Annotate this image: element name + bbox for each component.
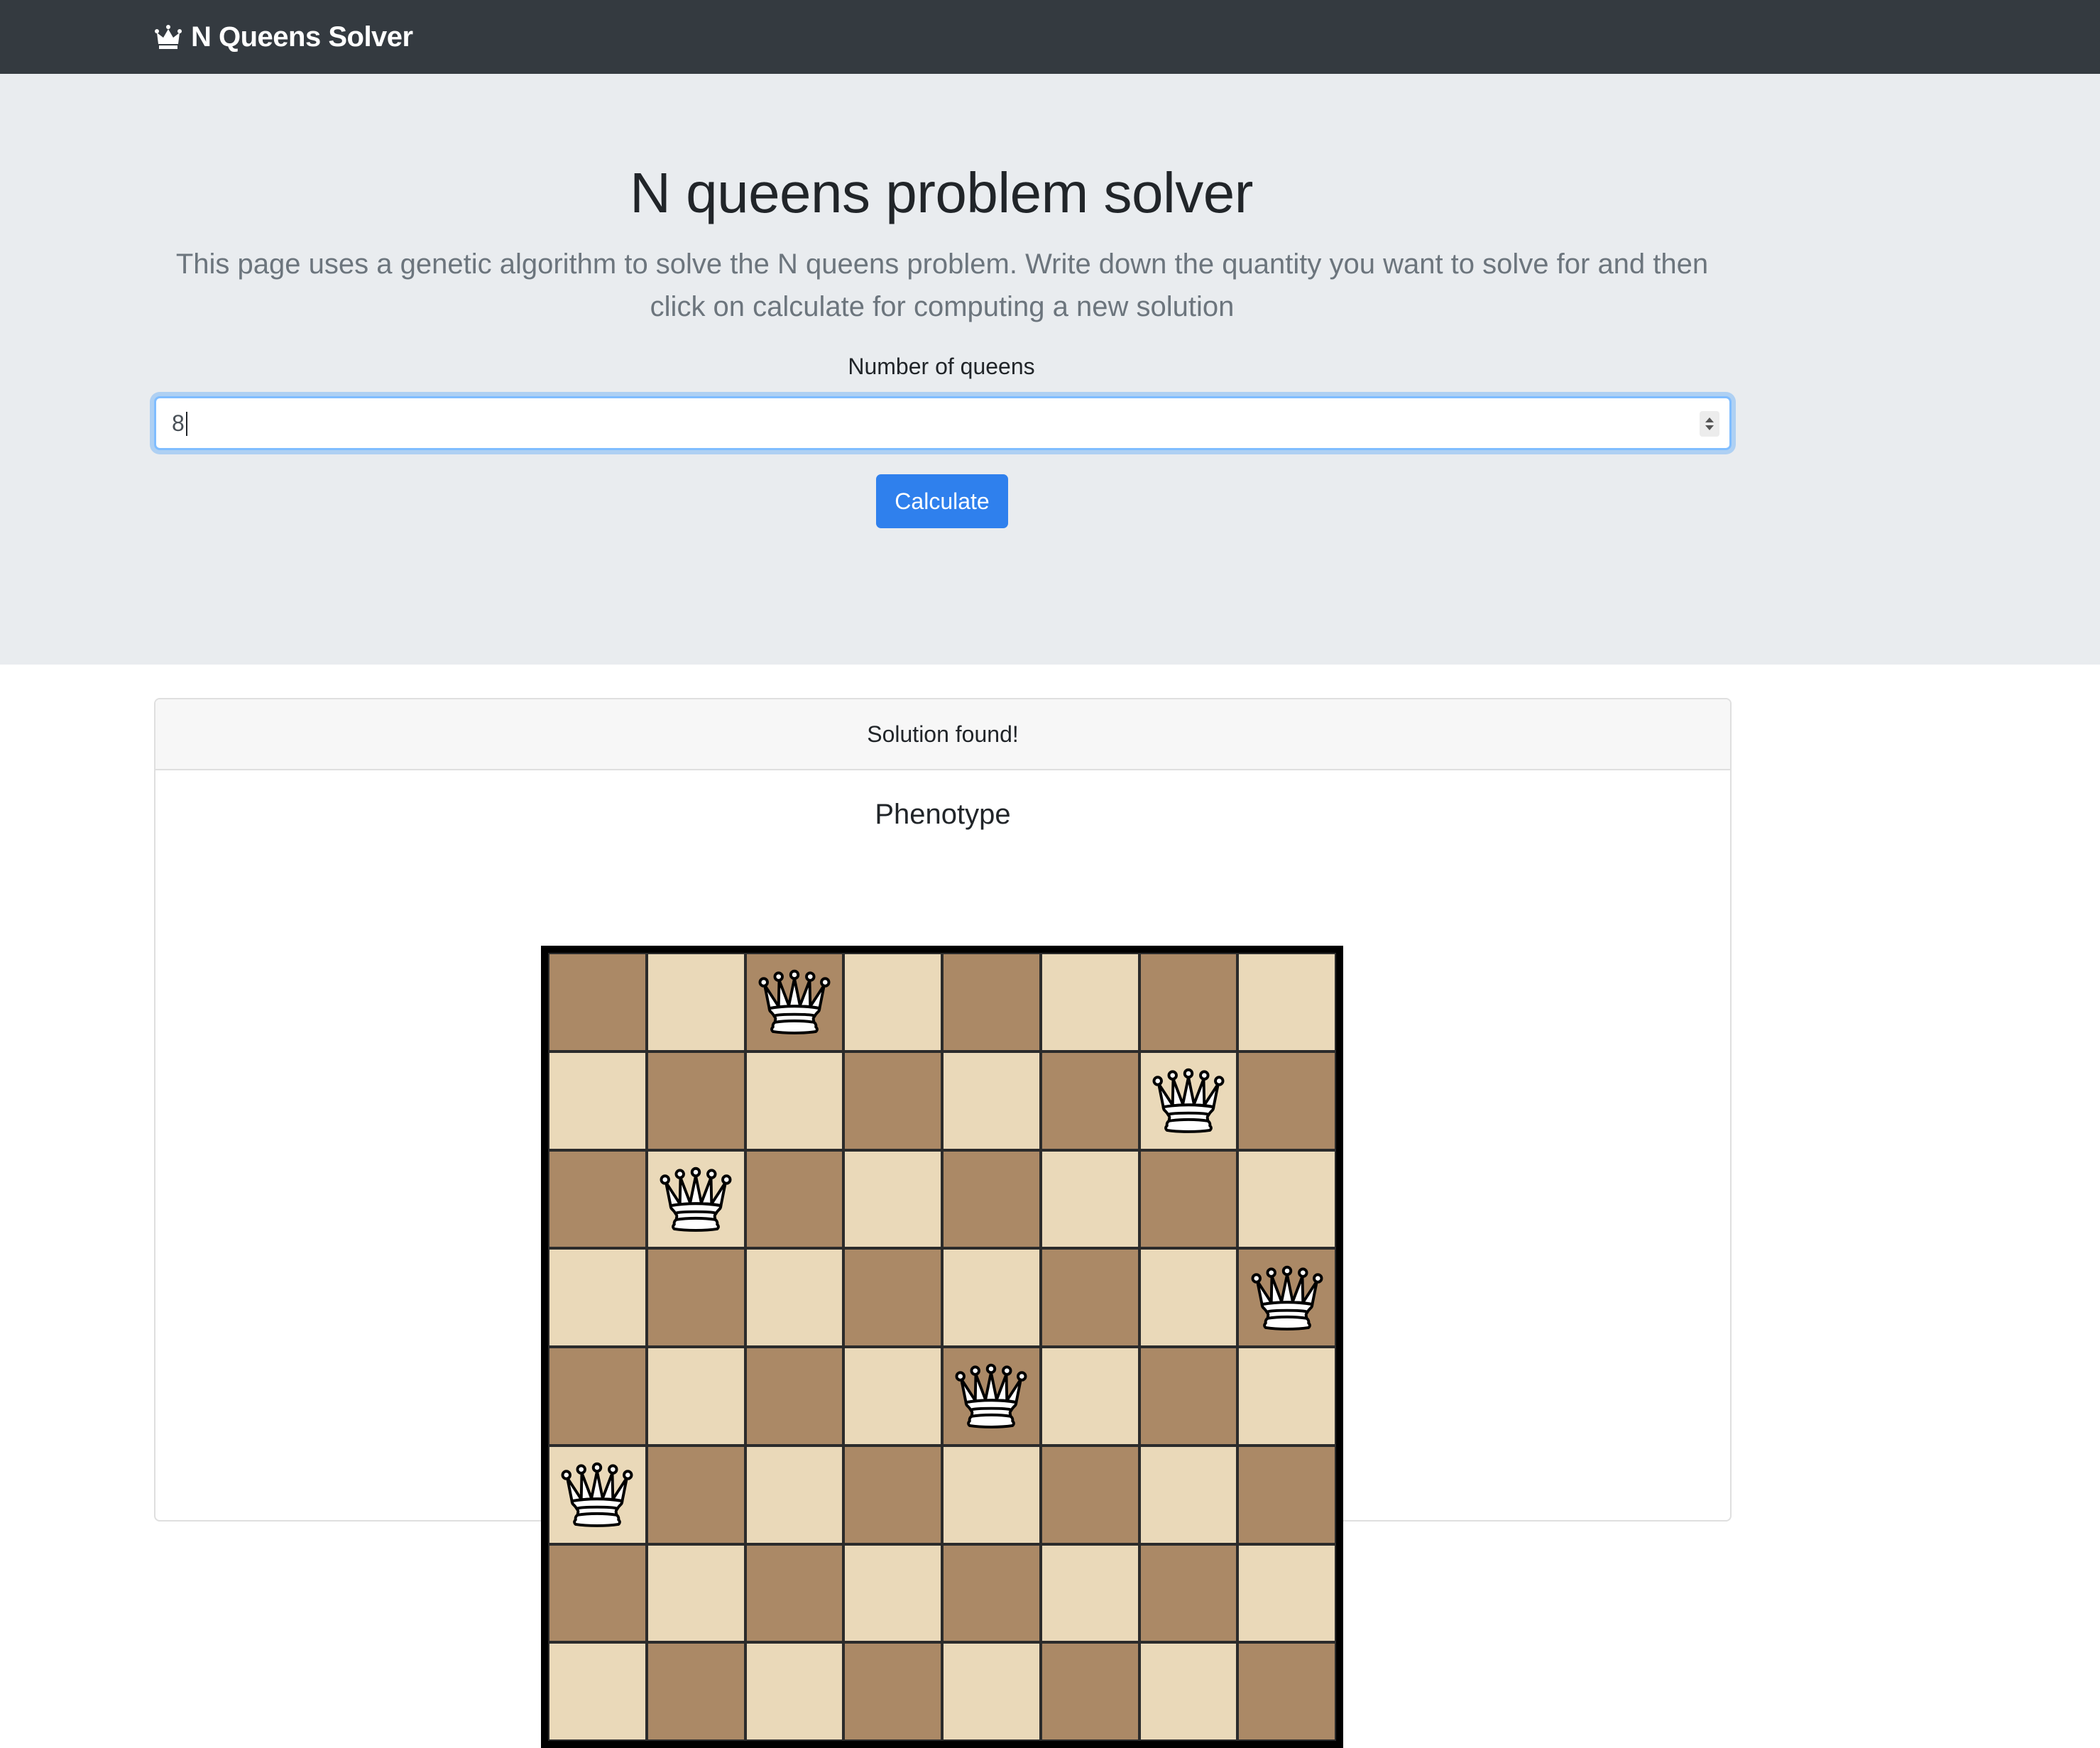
board-cell <box>843 1051 942 1150</box>
board-cell <box>1040 1445 1139 1544</box>
board-cell <box>646 953 745 1051</box>
board-cell <box>1040 1248 1139 1347</box>
board-cell <box>646 1149 745 1249</box>
board-cell <box>1040 953 1139 1051</box>
board-cell <box>1237 1445 1336 1544</box>
queens-count-value: 8 <box>172 398 187 448</box>
spin-down-icon[interactable] <box>1705 425 1714 430</box>
board-cell <box>1237 1248 1336 1347</box>
board-cell <box>646 1642 745 1741</box>
board-cell <box>548 1445 647 1544</box>
text-caret <box>185 411 187 436</box>
chess-board <box>541 946 1343 1748</box>
board-cell <box>1237 1544 1336 1643</box>
board-cell <box>942 1445 1041 1544</box>
board-cell <box>1040 1642 1139 1741</box>
board-cell <box>646 1051 745 1150</box>
board-cell <box>745 1149 844 1249</box>
board-cell <box>942 1347 1041 1446</box>
board-cell <box>843 1248 942 1347</box>
solution-status: Solution found! <box>155 699 1730 770</box>
board-cell <box>745 1347 844 1446</box>
board-cell <box>843 1347 942 1446</box>
board-cell <box>646 1248 745 1347</box>
brand-link[interactable]: N Queens Solver <box>154 17 413 57</box>
queens-count-input[interactable]: 8 <box>154 396 1732 450</box>
board-cell <box>548 1347 647 1446</box>
board-cell <box>1040 1051 1139 1150</box>
queens-count-label: Number of queens <box>848 354 1035 379</box>
queen-icon <box>758 970 831 1035</box>
queen-icon <box>660 1167 732 1232</box>
board-cell <box>1237 953 1336 1051</box>
brand-text: N Queens Solver <box>191 21 413 53</box>
board-grid <box>548 953 1336 1741</box>
board-cell <box>745 953 844 1051</box>
board-cell <box>1139 1149 1238 1249</box>
board-cell <box>1237 1642 1336 1741</box>
crown-icon <box>155 25 182 49</box>
board-cell <box>843 1642 942 1741</box>
board-cell <box>646 1445 745 1544</box>
queen-icon <box>561 1462 633 1528</box>
board-cell <box>745 1445 844 1544</box>
page-title: N queens problem solver <box>630 161 1253 224</box>
board-cell <box>646 1544 745 1643</box>
board-cell <box>548 1149 647 1249</box>
board-cell <box>1139 1248 1238 1347</box>
board-cell <box>1040 1347 1139 1446</box>
board-cell <box>1139 1642 1238 1741</box>
number-spinner[interactable] <box>1700 411 1719 437</box>
board-cell <box>942 953 1041 1051</box>
board-cell <box>1139 1051 1238 1150</box>
board-cell <box>548 1642 647 1741</box>
board-cell <box>1040 1149 1139 1249</box>
board-cell <box>646 1347 745 1446</box>
calculate-button[interactable]: Calculate <box>876 474 1008 528</box>
board-cell <box>843 1544 942 1643</box>
board-cell <box>942 1248 1041 1347</box>
board-cell <box>548 1248 647 1347</box>
board-cell <box>548 1051 647 1150</box>
board-cell <box>548 953 647 1051</box>
board-cell <box>1237 1149 1336 1249</box>
board-cell <box>548 1544 647 1643</box>
queen-icon <box>955 1364 1027 1429</box>
board-cell <box>1139 953 1238 1051</box>
navbar: N Queens Solver <box>0 0 2100 74</box>
board-cell <box>843 953 942 1051</box>
phenotype-title: Phenotype <box>875 799 1011 830</box>
board-cell <box>942 1149 1041 1249</box>
board-cell <box>745 1642 844 1741</box>
board-cell <box>745 1248 844 1347</box>
page-description: This page uses a genetic algorithm to so… <box>175 248 1709 322</box>
board-cell <box>843 1149 942 1249</box>
board-cell <box>942 1051 1041 1150</box>
board-cell <box>942 1544 1041 1643</box>
board-cell <box>942 1642 1041 1741</box>
board-cell <box>1237 1051 1336 1150</box>
hero-section: N queens problem solver This page uses a… <box>0 74 2100 665</box>
board-cell <box>843 1445 942 1544</box>
queen-icon <box>1251 1265 1323 1331</box>
board-cell <box>1139 1445 1238 1544</box>
board-cell <box>745 1544 844 1643</box>
board-cell <box>745 1051 844 1150</box>
spin-up-icon[interactable] <box>1705 417 1714 422</box>
board-cell <box>1139 1347 1238 1446</box>
board-cell <box>1139 1544 1238 1643</box>
queen-icon <box>1152 1068 1225 1134</box>
board-cell <box>1237 1347 1336 1446</box>
board-cell <box>1040 1544 1139 1643</box>
